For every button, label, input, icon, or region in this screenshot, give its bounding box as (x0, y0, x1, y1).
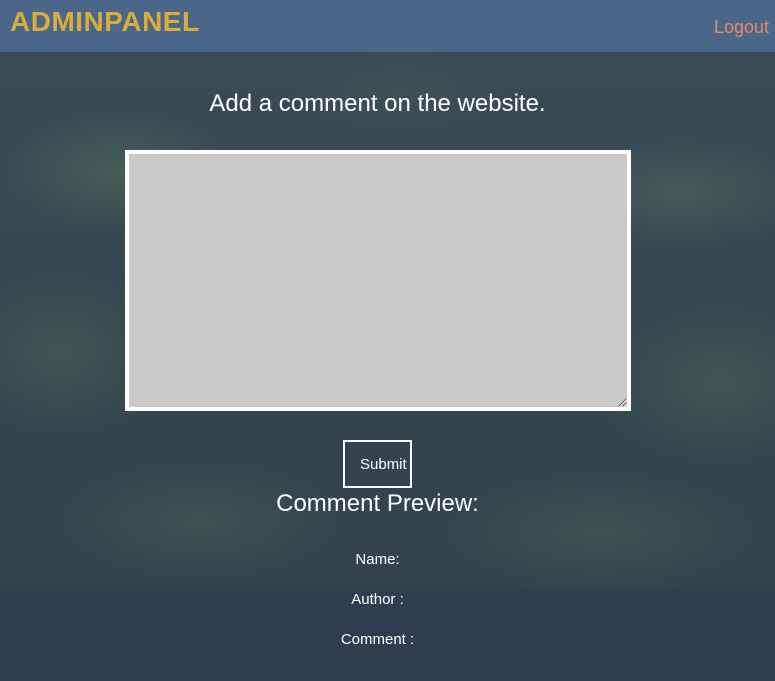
preview-comment-label: Comment : (340, 631, 415, 648)
top-navbar: ADMINPANEL Logout (0, 0, 775, 52)
preview-author-label: Author : (351, 591, 404, 608)
page-heading: Add a comment on the website. (209, 90, 546, 117)
logout-link[interactable]: Logout (714, 17, 769, 38)
submit-button[interactable]: Submit (343, 440, 412, 488)
comment-preview-title: Comment Preview: (276, 490, 479, 517)
comment-textarea[interactable] (125, 150, 631, 411)
brand-logo[interactable]: ADMINPANEL (10, 6, 200, 38)
preview-name-label: Name: (355, 551, 400, 568)
